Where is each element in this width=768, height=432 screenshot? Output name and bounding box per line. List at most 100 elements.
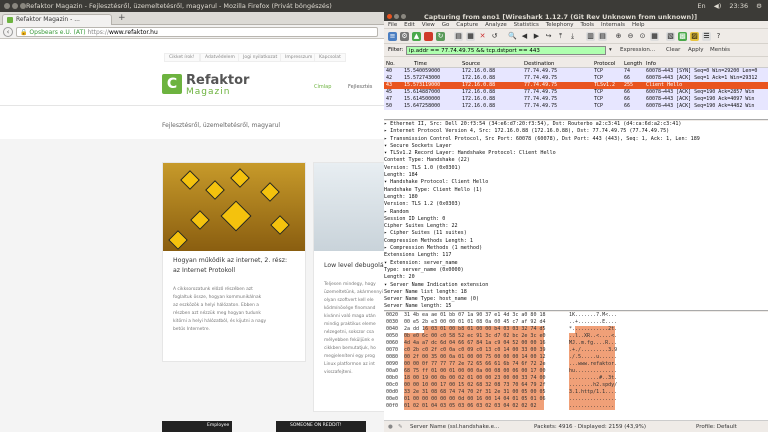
menu-go[interactable]: Go [442,22,450,28]
detail-tree-line[interactable]: Session ID Length: 0 [384,216,768,223]
packet-row[interactable]: 50 15.647258000 172.16.0.88 77.74.49.75 TCP 6… [384,103,768,110]
close-dot-icon[interactable] [387,14,392,19]
detail-tree-line[interactable]: Content Type: Handshake (22) [384,157,768,164]
expert-info-icon[interactable]: ● [388,424,393,430]
nav-link-write[interactable]: Cikket írok! [164,53,200,62]
window-controls[interactable] [387,14,408,21]
reload-icon[interactable]: ↺ [490,32,499,41]
zoom-out-icon[interactable]: ⊖ [626,32,635,41]
options-gear-icon[interactable]: ⚙ [400,32,409,41]
packet-row[interactable]: 43 15.573119000 172.16.0.88 77.74.49.75 TLSv… [384,82,768,89]
bottom-card-reddit[interactable]: SOMEONE ON REDDIT! [276,421,366,432]
go-to-packet-icon[interactable]: ↪ [544,32,553,41]
normal-size-icon[interactable]: ⊙ [638,32,647,41]
column-time[interactable]: Time [414,61,427,67]
hex-row[interactable]: 0030 00 e5 2b e3 00 00 01 01 08 0a 00 45 … [384,319,768,326]
start-capture-icon[interactable]: ▲ [412,32,421,41]
back-arrow-icon[interactable]: ‹ [3,27,13,37]
interfaces-icon[interactable]: ≡ [388,32,397,41]
browser-tab[interactable]: Refaktor Magazin - ... [2,14,112,25]
hex-row[interactable]: 00f0 01 02 01 04 03 05 03 06 03 02 03 04 … [384,403,768,410]
stop-capture-icon[interactable] [424,32,433,41]
hex-row[interactable]: 0040 2a dd 16 03 01 00 b8 01 00 00 b4 03 … [384,326,768,333]
window-controls[interactable] [4,3,28,11]
detail-tree-line[interactable]: ▸ Internet Protocol Version 4, Src: 172.… [384,128,768,135]
detail-tree-line[interactable]: ▾ Handshake Protocol: Client Hello [384,179,768,186]
go-forward-icon[interactable]: ▶ [532,32,541,41]
nav-link-legal[interactable]: Jogi nyilatkozat [238,53,283,62]
hex-row[interactable]: 00d0 33 2e 31 08 68 74 74 70 2f 31 2e 31 … [384,389,768,396]
detail-tree-line[interactable]: Type: server_name (0x0000) [384,267,768,274]
column-source[interactable]: Source [462,61,480,67]
colorize-icon[interactable]: ▥ [586,32,595,41]
detail-tree-line[interactable]: ▾ TLSv1.2 Record Layer: Handshake Protoc… [384,150,768,157]
bottom-card-employee[interactable]: Employee [162,421,232,432]
menu-view[interactable]: View [422,22,435,28]
close-file-icon[interactable]: ✕ [478,32,487,41]
system-tray[interactable]: En ◀) 23:36 ⚙ [691,2,762,10]
preferences-icon[interactable]: ☰ [702,32,711,41]
autoscroll-icon[interactable]: ▤ [598,32,607,41]
detail-tree-line[interactable]: Server Name list length: 18 [384,289,768,296]
find-packet-icon[interactable]: 🔍 [508,32,517,41]
site-identity[interactable]: Opsbears e.U. (AT) [29,29,85,36]
detail-tree-line[interactable]: Extensions Length: 117 [384,252,768,259]
hex-row[interactable]: 0050 0b e0 6c 00 c0 58 52 ec 91 3c d7 02 … [384,333,768,340]
nav-link-privacy[interactable]: Adatvédelem [200,53,240,62]
column-info[interactable]: Info [646,61,656,67]
first-packet-icon[interactable]: ⤒ [556,32,565,41]
hex-row[interactable]: 0070 c0 2b c0 2f c0 0a c0 09 c0 13 c0 14 … [384,347,768,354]
close-dot-icon[interactable] [4,3,10,9]
detail-tree-line[interactable]: Length: 184 [384,172,768,179]
detail-tree-line[interactable]: ▸ Ethernet II, Src: Dell 20:f3:54 (34:e6… [384,121,768,128]
menu-edit[interactable]: Edit [404,22,415,28]
coloring-rules-icon[interactable]: ▨ [690,32,699,41]
expression-button[interactable]: Expression... [620,47,655,53]
detail-tree-line[interactable]: Compression Methods Length: 1 [384,238,768,245]
resize-columns-icon[interactable]: ▦ [650,32,659,41]
menu-home[interactable]: Címlap [314,84,331,90]
menu-analyze[interactable]: Analyze [485,22,507,28]
article-card-internet[interactable]: Hogyan működik az internet, 2. rész: az … [162,162,306,362]
detail-tree-line[interactable]: ▸ Random [384,209,768,216]
detail-tree-line[interactable]: Cipher Suites Length: 22 [384,223,768,230]
menu-development[interactable]: Fejlesztés [348,84,372,90]
nav-link-impressum[interactable]: Impresszum [280,53,318,62]
minimize-dot-icon[interactable] [12,3,18,9]
maximize-dot-icon[interactable] [401,14,406,19]
hex-row[interactable]: 0060 4d 4a a7 dc 6d 04 66 67 84 1a c9 04 … [384,340,768,347]
filter-dropdown-icon[interactable]: ▾ [609,47,612,53]
hex-row[interactable]: 00a0 68 75 ff 01 00 01 00 00 0a 00 08 00 … [384,368,768,375]
detail-tree-line[interactable]: ▾ Secure Sockets Layer [384,143,768,150]
minimize-dot-icon[interactable] [394,14,399,19]
hex-row[interactable]: 00e0 01 00 00 00 00 00 0d 00 16 00 14 04 … [384,396,768,403]
column-protocol[interactable]: Protocol [594,61,615,67]
column-destination[interactable]: Destination [524,61,554,67]
detail-tree-line[interactable]: Server Name length: 15 [384,303,768,310]
save-file-icon[interactable]: ▦ [466,32,475,41]
new-tab-plus-icon[interactable]: + [118,13,126,23]
restart-capture-icon[interactable]: ↻ [436,32,445,41]
hex-row[interactable]: 0020 31 4b ea ae 01 bb 07 1a 90 37 e1 4d … [384,312,768,319]
detail-tree-line[interactable]: Server Name Type: host_name (0) [384,296,768,303]
detail-tree-line[interactable]: ▸ Cipher Suites (11 suites) [384,230,768,237]
display-filters-icon[interactable]: ▩ [678,32,687,41]
save-filter-button[interactable]: Mentés [710,47,730,53]
zoom-in-icon[interactable]: ⊕ [614,32,623,41]
column-no[interactable]: No. [386,61,395,67]
article-title[interactable]: Low level debugolás [324,261,384,270]
hex-row[interactable]: 0090 00 00 0f 77 77 77 2e 72 65 66 61 6b … [384,361,768,368]
menu-help[interactable]: Help [632,22,645,28]
menu-telephony[interactable]: Telephony [546,22,574,28]
article-card-debug[interactable]: Low level debugolás Teljesen mindegy, ho… [313,162,384,412]
hex-row[interactable]: 0080 00 2f 00 35 00 0a 01 00 00 75 00 00 … [384,354,768,361]
nav-link-contact[interactable]: Kapcsolat [314,53,346,62]
display-filter-input[interactable]: ip.addr == 77.74.49.75 && tcp.dstport ==… [406,46,606,55]
hex-row[interactable]: 00c0 00 00 10 00 17 00 15 02 68 32 08 73 … [384,382,768,389]
menu-tools[interactable]: Tools [580,22,594,28]
url-bar[interactable]: 🔒 Opsbears e.U. (AT) https://www.refakto… [16,27,378,37]
detail-tree-line[interactable]: Length: 180 [384,194,768,201]
detail-tree-line[interactable]: ▾ Extension: server_name [384,260,768,267]
volume-icon[interactable]: ◀) [714,2,722,10]
detail-tree-line[interactable]: Handshake Type: Client Hello (1) [384,187,768,194]
